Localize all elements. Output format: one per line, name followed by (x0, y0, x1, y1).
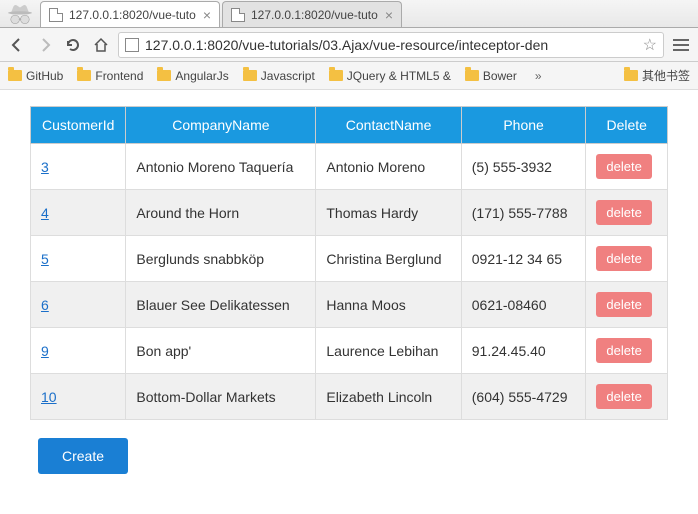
page-icon (125, 38, 139, 52)
table-row: 10 Bottom-Dollar MarketsElizabeth Lincoln… (31, 374, 668, 420)
bookmarks-overflow[interactable]: » (535, 69, 542, 83)
page-content: CustomerId CompanyName ContactName Phone… (0, 90, 698, 514)
bookmark-bower[interactable]: Bower (465, 69, 517, 83)
bookmark-frontend[interactable]: Frontend (77, 69, 143, 83)
create-button[interactable]: Create (38, 438, 128, 474)
table-row: 3 Antonio Moreno TaqueríaAntonio Moreno(5… (31, 144, 668, 190)
toolbar: ☆ (0, 28, 698, 62)
browser-tab-active[interactable]: 127.0.0.1:8020/vue-tuto × (40, 1, 220, 27)
company-cell: Blauer See Delikatessen (126, 282, 316, 328)
col-customerid: CustomerId (31, 107, 126, 144)
delete-button[interactable]: delete (596, 246, 651, 271)
folder-icon (243, 70, 257, 81)
folder-icon (8, 70, 22, 81)
delete-button[interactable]: delete (596, 384, 651, 409)
contact-cell: Antonio Moreno (316, 144, 461, 190)
delete-button[interactable]: delete (596, 338, 651, 363)
page-icon (231, 8, 245, 22)
address-bar[interactable]: ☆ (118, 32, 664, 58)
bookmark-javascript[interactable]: Javascript (243, 69, 315, 83)
phone-cell: (171) 555-7788 (461, 190, 586, 236)
table-row: 6 Blauer See DelikatessenHanna Moos0621-0… (31, 282, 668, 328)
bookmark-angularjs[interactable]: AngularJs (157, 69, 228, 83)
folder-icon (465, 70, 479, 81)
company-cell: Berglunds snabbköp (126, 236, 316, 282)
col-contactname: ContactName (316, 107, 461, 144)
customers-table: CustomerId CompanyName ContactName Phone… (30, 106, 668, 420)
url-input[interactable] (145, 37, 637, 53)
contact-cell: Christina Berglund (316, 236, 461, 282)
contact-cell: Elizabeth Lincoln (316, 374, 461, 420)
close-tab-icon[interactable]: × (203, 7, 211, 23)
company-cell: Around the Horn (126, 190, 316, 236)
company-cell: Bottom-Dollar Markets (126, 374, 316, 420)
page-icon (49, 8, 63, 22)
customer-id-link[interactable]: 10 (41, 389, 57, 405)
table-row: 4 Around the HornThomas Hardy(171) 555-77… (31, 190, 668, 236)
phone-cell: 0621-08460 (461, 282, 586, 328)
incognito-icon (4, 0, 36, 28)
tab-title: 127.0.0.1:8020/vue-tuto (69, 8, 199, 22)
tab-title: 127.0.0.1:8020/vue-tuto (251, 8, 381, 22)
folder-icon (329, 70, 343, 81)
home-button[interactable] (90, 34, 112, 56)
customer-id-link[interactable]: 9 (41, 343, 49, 359)
delete-button[interactable]: delete (596, 200, 651, 225)
customer-id-link[interactable]: 3 (41, 159, 49, 175)
browser-tab[interactable]: 127.0.0.1:8020/vue-tuto × (222, 1, 402, 27)
customer-id-link[interactable]: 4 (41, 205, 49, 221)
folder-icon (157, 70, 171, 81)
tab-bar: 127.0.0.1:8020/vue-tuto × 127.0.0.1:8020… (0, 0, 698, 28)
contact-cell: Laurence Lebihan (316, 328, 461, 374)
bookmark-github[interactable]: GitHub (8, 69, 63, 83)
customer-id-link[interactable]: 5 (41, 251, 49, 267)
contact-cell: Thomas Hardy (316, 190, 461, 236)
company-cell: Bon app' (126, 328, 316, 374)
customer-id-link[interactable]: 6 (41, 297, 49, 313)
close-tab-icon[interactable]: × (385, 7, 393, 23)
phone-cell: 91.24.45.40 (461, 328, 586, 374)
col-companyname: CompanyName (126, 107, 316, 144)
delete-button[interactable]: delete (596, 292, 651, 317)
table-row: 9 Bon app'Laurence Lebihan91.24.45.40 dele… (31, 328, 668, 374)
folder-icon (77, 70, 91, 81)
menu-button[interactable] (670, 39, 692, 51)
phone-cell: (604) 555-4729 (461, 374, 586, 420)
col-phone: Phone (461, 107, 586, 144)
bookmark-other[interactable]: 其他书签 (624, 67, 690, 84)
bookmark-star-icon[interactable]: ☆ (643, 35, 657, 55)
delete-button[interactable]: delete (596, 154, 651, 179)
col-delete: Delete (586, 107, 668, 144)
back-button[interactable] (6, 34, 28, 56)
bookmarks-bar: GitHub Frontend AngularJs Javascript JQu… (0, 62, 698, 90)
folder-icon (624, 70, 638, 81)
bookmark-jquery[interactable]: JQuery & HTML5 & (329, 69, 451, 83)
phone-cell: 0921-12 34 65 (461, 236, 586, 282)
table-row: 5 Berglunds snabbköpChristina Berglund092… (31, 236, 668, 282)
phone-cell: (5) 555-3932 (461, 144, 586, 190)
forward-button[interactable] (34, 34, 56, 56)
contact-cell: Hanna Moos (316, 282, 461, 328)
company-cell: Antonio Moreno Taquería (126, 144, 316, 190)
reload-button[interactable] (62, 34, 84, 56)
